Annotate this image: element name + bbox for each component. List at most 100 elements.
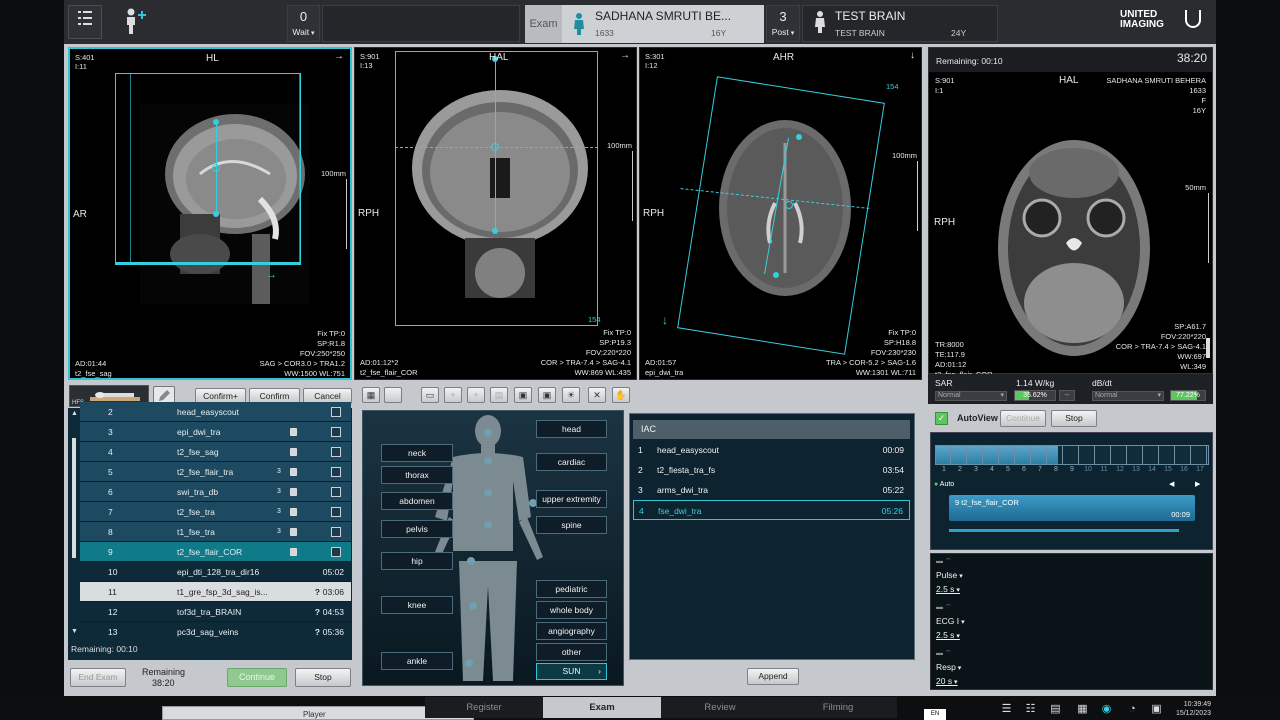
list-scrollbar[interactable] — [72, 438, 76, 558]
menu-list-icon[interactable] — [68, 5, 102, 39]
protocol-row[interactable]: 12 tof3d_tra_BRAIN 04:53? — [80, 602, 351, 622]
body-region-spine[interactable]: spine — [536, 516, 607, 534]
monitor-window-select[interactable]: 20 s ▾ — [936, 676, 958, 686]
scan-volume-box[interactable] — [677, 76, 885, 355]
rect-tool-icon[interactable]: ▭ — [421, 387, 439, 403]
image-view-icon[interactable]: ▣ — [514, 387, 532, 403]
hand-pan-icon[interactable]: ✋ — [612, 387, 630, 403]
move-handle-icon[interactable] — [492, 228, 498, 234]
current-scan-job[interactable]: 9 t2_fse_flair_COR 00:09 — [949, 495, 1195, 521]
protocol-row[interactable]: 13 pc3d_sag_veins 05:36? — [80, 622, 351, 642]
center-handle-icon[interactable] — [491, 143, 499, 151]
move-handle-icon[interactable] — [773, 272, 779, 278]
language-indicator[interactable]: EN — [924, 709, 946, 720]
monitor-window-select[interactable]: 2.5 s ▾ — [936, 630, 960, 640]
task-list-icon[interactable]: ☷ — [1024, 703, 1037, 716]
protocol-row[interactable]: 9 t2_fse_flair_COR — [80, 542, 351, 562]
scan-status-icon[interactable] — [331, 467, 341, 477]
iac-row[interactable]: 4 fse_dwi_tra 05:26 — [633, 500, 910, 520]
add-patient-icon[interactable] — [122, 7, 148, 35]
timeline-next-icon[interactable]: ▶ — [1195, 480, 1200, 488]
scan-status-icon[interactable] — [331, 547, 341, 557]
layout-grid-icon[interactable]: ▦ — [362, 387, 380, 403]
image-compare-icon[interactable]: ▣ — [538, 387, 556, 403]
append-button[interactable]: Append — [747, 668, 799, 685]
document-icon[interactable]: ▤ — [1049, 703, 1062, 716]
protocol-row[interactable]: 8 t1_fse_tra 3 — [80, 522, 351, 542]
monitor-pulse-label[interactable]: Pulse ▾ — [936, 570, 963, 580]
rotate-handle-icon[interactable] — [796, 134, 802, 140]
scan-status-icon[interactable] — [331, 507, 341, 517]
body-region-knee[interactable]: knee — [381, 596, 453, 614]
preview-scrollbar[interactable] — [1206, 338, 1210, 358]
body-region-angiography[interactable]: angiography — [536, 622, 607, 640]
scan-status-icon[interactable] — [331, 447, 341, 457]
protocol-list[interactable]: ▲ ▼ 2 head_easyscout 3 epi_dwi_tra 4 t2_fse_s… — [68, 402, 352, 642]
slab-copy-icon[interactable]: ▤ — [490, 387, 508, 403]
sar-mode-select[interactable]: Normal ▾ — [935, 391, 1007, 401]
timeline-slot[interactable] — [953, 446, 967, 464]
iac-row[interactable]: 2 t2_fiesta_tra_fs 03:54 — [633, 460, 910, 480]
body-region-other[interactable]: other — [536, 643, 607, 661]
protocol-row[interactable]: 11 t1_gre_fsp_3d_sag_is... 03:06? — [80, 582, 351, 602]
dbdt-mode-select[interactable]: Normal ▾ — [1092, 391, 1164, 401]
body-region-pelvis[interactable]: pelvis — [381, 520, 453, 538]
next-patient-tab[interactable]: TEST BRAIN TEST BRAIN 24Y — [802, 5, 998, 42]
tab-filming[interactable]: Filming — [779, 697, 897, 718]
body-region-ankle[interactable]: ankle — [381, 652, 453, 670]
tab-exam[interactable]: Exam — [543, 697, 661, 718]
end-exam-button[interactable]: End Exam — [70, 668, 126, 687]
timeline-slot[interactable] — [1065, 446, 1079, 464]
center-handle-icon[interactable] — [785, 201, 793, 209]
viewport-coronal[interactable]: 154 S:901 I:13 HAL → RPH 100mm Fix TP:0 S… — [354, 47, 637, 380]
timeline-slot[interactable] — [969, 446, 983, 464]
timeline-slot[interactable] — [1113, 446, 1127, 464]
protocol-row[interactable]: 2 head_easyscout — [80, 402, 351, 422]
center-handle-icon[interactable] — [212, 164, 220, 172]
body-region-head[interactable]: head — [536, 420, 607, 438]
iac-row[interactable]: 1 head_easyscout 00:09 — [633, 440, 910, 460]
blank-tool-icon[interactable] — [384, 387, 402, 403]
timeline-slot[interactable] — [1177, 446, 1191, 464]
briefcase-icon[interactable]: ▣ — [1150, 703, 1163, 716]
viewport-axial[interactable]: 154 ↓ S:301 I:12 AHR ↓ RPH 100mm Fix TP:… — [639, 47, 922, 380]
body-region-thorax[interactable]: thorax — [381, 466, 453, 484]
stop-scan-button[interactable]: Stop — [295, 668, 351, 687]
scroll-up-icon[interactable]: ▲ — [71, 410, 79, 418]
scan-status-icon[interactable] — [331, 527, 341, 537]
autoview-stop-button[interactable]: Stop — [1051, 410, 1097, 427]
timeline-slot[interactable] — [1193, 446, 1207, 464]
protocol-row[interactable]: 4 t2_fse_sag — [80, 442, 351, 462]
timeline-slot[interactable] — [1161, 446, 1175, 464]
protocol-row[interactable]: 7 t2_fse_tra 3 — [80, 502, 351, 522]
timeline-slot[interactable] — [1097, 446, 1111, 464]
timeline-slot[interactable] — [937, 446, 951, 464]
autoview-continue-button[interactable]: Continue — [1000, 410, 1046, 427]
monitor-window-select[interactable]: 2.5 s ▾ — [936, 584, 960, 594]
move-handle-icon[interactable] — [213, 211, 219, 217]
wait-queue-button[interactable]: 0 Wait ▾ — [287, 5, 320, 42]
tools-icon[interactable]: ✕ — [588, 387, 606, 403]
body-region-abdomen[interactable]: abdomen — [381, 492, 453, 510]
timeline-slot[interactable] — [1145, 446, 1159, 464]
body-region-hip[interactable]: hip — [381, 552, 453, 570]
autoview-checkbox[interactable]: ✓ — [935, 412, 948, 425]
rotate-handle-icon[interactable] — [213, 119, 219, 125]
scan-status-icon[interactable] — [331, 427, 341, 437]
scroll-down-icon[interactable]: ▼ — [71, 628, 79, 636]
grid-tool-icon[interactable]: ▦ — [1076, 703, 1089, 716]
timeline-slot[interactable] — [1001, 446, 1015, 464]
tab-review[interactable]: Review — [661, 697, 779, 718]
iac-row[interactable]: 3 arms_dwi_tra 05:22 — [633, 480, 910, 500]
tab-register[interactable]: Register — [425, 697, 543, 718]
timeline-slot[interactable] — [1049, 446, 1063, 464]
viewport-sagittal[interactable]: → S:401 I:11 HL → AR 100mm Fix TP:0 SP:R1… — [68, 47, 352, 380]
body-region-upper-extremity[interactable]: upper extremity — [536, 490, 607, 508]
timeline-slot[interactable] — [985, 446, 999, 464]
scan-status-icon[interactable] — [331, 407, 341, 417]
body-region-neck[interactable]: neck — [381, 444, 453, 462]
body-region-cardiac[interactable]: cardiac — [536, 453, 607, 471]
monitor-resp-label[interactable]: Resp ▾ — [936, 662, 961, 672]
protocol-row[interactable]: 5 t2_fse_flair_tra 3 — [80, 462, 351, 482]
scan-volume-box[interactable] — [395, 51, 598, 326]
